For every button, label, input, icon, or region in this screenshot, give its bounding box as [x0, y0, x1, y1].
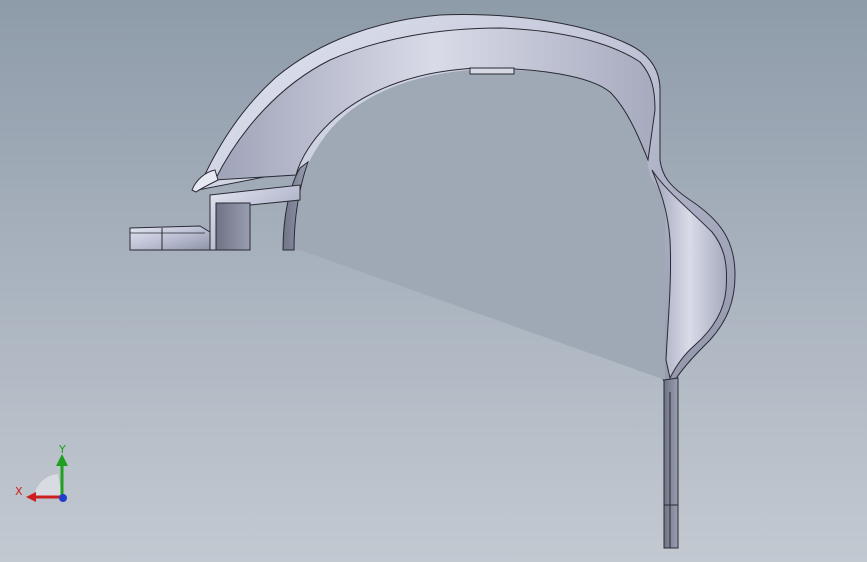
graphics-viewport[interactable]: Y X [0, 0, 867, 562]
coordinate-triad: Y X [12, 440, 76, 508]
right-vertical-flange [663, 377, 679, 549]
x-axis-head-icon [26, 492, 36, 502]
x-axis-label: X [15, 485, 23, 498]
left-mounting-tab [129, 225, 211, 251]
triad-plane-icon [34, 474, 62, 498]
top-notch [469, 67, 515, 75]
z-axis-dot-icon [59, 494, 67, 502]
y-axis-label: Y [59, 443, 66, 456]
part-model[interactable] [0, 0, 867, 562]
left-block-face [215, 202, 251, 251]
